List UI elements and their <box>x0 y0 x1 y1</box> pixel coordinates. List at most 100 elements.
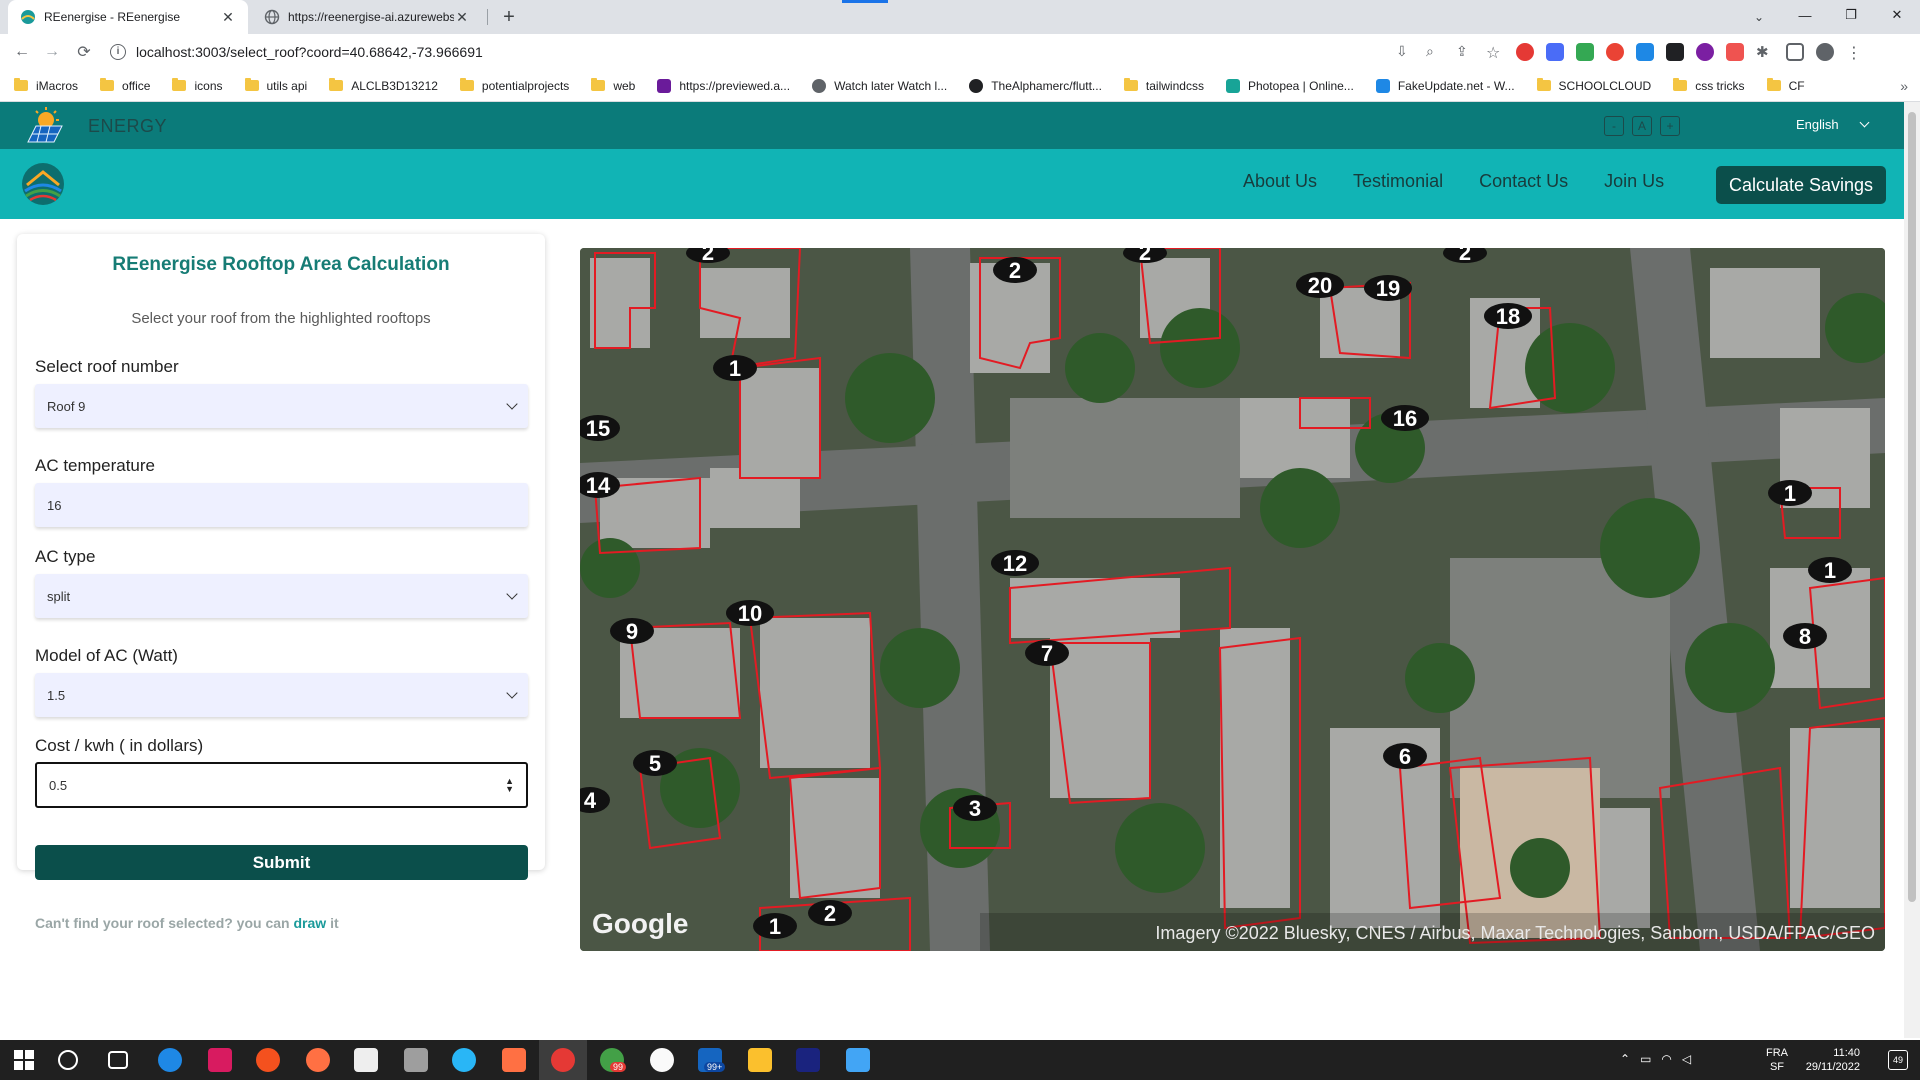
notion-icon[interactable] <box>354 1048 378 1072</box>
firefox-icon[interactable] <box>306 1048 330 1072</box>
postman-icon[interactable] <box>256 1048 280 1072</box>
minimize-icon[interactable]: — <box>1782 0 1828 30</box>
address-bar[interactable]: i localhost:3003/select_roof?coord=40.68… <box>110 38 1510 66</box>
roof-marker[interactable]: 8 <box>1783 623 1827 649</box>
windows-start-icon[interactable] <box>12 1048 36 1072</box>
nav-testimonial[interactable]: Testimonial <box>1353 171 1443 192</box>
sun-solar-logo-icon[interactable] <box>20 106 68 144</box>
ac-type-select[interactable]: split <box>35 574 528 618</box>
bookmark-item[interactable]: utils api <box>244 78 307 93</box>
close-window-icon[interactable]: ✕ <box>1874 0 1920 30</box>
language-select[interactable]: English <box>1796 117 1870 132</box>
puzzle-icon[interactable]: ✱ <box>1756 43 1774 61</box>
roof-marker[interactable]: 1 <box>1768 480 1812 506</box>
roof-marker[interactable]: 16 <box>1381 405 1429 431</box>
roof-marker[interactable]: 10 <box>726 600 774 626</box>
search-icon[interactable] <box>58 1050 78 1070</box>
app-icon[interactable] <box>502 1048 526 1072</box>
roof-marker[interactable]: 2 <box>808 900 852 926</box>
chrome-icon[interactable] <box>551 1048 575 1072</box>
bookmark-item[interactable]: SCHOOLCLOUD <box>1536 78 1651 93</box>
bookmark-item[interactable]: ALCLB3D13212 <box>329 78 438 93</box>
roof-number-select[interactable]: Roof 9 <box>35 384 528 428</box>
file-explorer-icon[interactable] <box>748 1048 772 1072</box>
star-icon[interactable]: ☆ <box>1486 43 1504 62</box>
number-spinner-icon[interactable]: ▲ ▼ <box>505 777 514 794</box>
opera-extension-icon[interactable] <box>1516 43 1534 61</box>
pen-tool-icon[interactable] <box>404 1048 428 1072</box>
share-icon[interactable]: ⇪ <box>1456 43 1474 61</box>
roof-marker[interactable]: 1 <box>713 355 757 381</box>
bookmark-item[interactable]: office <box>100 78 150 93</box>
volume-icon[interactable]: ◁ <box>1682 1052 1691 1066</box>
font-increase-button[interactable]: + <box>1660 116 1680 136</box>
nav-join-us[interactable]: Join Us <box>1604 171 1664 192</box>
edge-icon[interactable] <box>158 1048 182 1072</box>
bookmark-item[interactable]: Photopea | Online... <box>1225 78 1354 93</box>
tab-reenergise[interactable]: REenergise - REenergise ✕ <box>8 0 248 34</box>
more-bookmarks-icon[interactable]: » <box>1900 78 1908 94</box>
draw-link[interactable]: draw <box>293 915 326 931</box>
forward-arrow-icon[interactable]: → <box>40 40 64 64</box>
picker-extension-icon[interactable] <box>1636 43 1654 61</box>
submit-button[interactable]: Submit <box>35 845 528 880</box>
bookmark-item[interactable]: https://previewed.a... <box>657 78 790 93</box>
roof-marker[interactable]: 9 <box>610 618 654 644</box>
bookmark-item[interactable]: iMacros <box>14 78 78 93</box>
page-scrollbar[interactable] <box>1904 102 1920 1038</box>
close-tab-icon[interactable]: ✕ <box>454 9 470 25</box>
house-energy-logo-icon[interactable] <box>18 161 68 207</box>
notification-center-icon[interactable]: 49 <box>1888 1050 1908 1070</box>
bookmark-item[interactable]: icons <box>172 78 223 93</box>
info-icon[interactable]: i <box>110 44 126 60</box>
roof-marker[interactable]: 1 <box>1808 557 1852 583</box>
webstorm-icon[interactable] <box>796 1048 820 1072</box>
close-tab-icon[interactable]: ✕ <box>220 9 236 25</box>
roof-marker[interactable]: 7 <box>1025 640 1069 666</box>
roof-marker[interactable]: 18 <box>1484 303 1532 329</box>
bluetooth-app-icon[interactable] <box>650 1048 674 1072</box>
font-decrease-button[interactable]: - <box>1604 116 1624 136</box>
bookmark-item[interactable]: tailwindcss <box>1123 78 1204 93</box>
input-language[interactable]: FRA SF <box>1766 1046 1788 1074</box>
wifi-icon[interactable]: ◠ <box>1661 1052 1671 1066</box>
roof-marker[interactable]: 20 <box>1296 272 1344 298</box>
restore-icon[interactable]: ❐ <box>1828 0 1874 30</box>
menu-kebab-icon[interactable]: ⋮ <box>1846 43 1864 62</box>
tab-azure[interactable]: https://reenergise-ai.azurewebsit ✕ <box>252 0 482 34</box>
roof-marker[interactable]: 12 <box>991 550 1039 576</box>
reload-icon[interactable]: ⟳ <box>72 40 96 64</box>
task-view-icon[interactable] <box>108 1051 128 1069</box>
bookmark-item[interactable]: web <box>591 78 635 93</box>
zoom-icon[interactable]: ⌕ <box>1426 43 1444 61</box>
bookmark-item[interactable]: potentialprojects <box>459 78 569 93</box>
roof-marker[interactable]: 2 <box>993 257 1037 283</box>
install-icon[interactable]: ⇩ <box>1396 43 1414 61</box>
bookmark-item[interactable]: FakeUpdate.net - W... <box>1375 78 1515 93</box>
scrollbar-thumb[interactable] <box>1908 112 1916 902</box>
drive-extension-icon[interactable] <box>1576 43 1594 61</box>
jetbrains-icon[interactable] <box>208 1048 232 1072</box>
satellite-map[interactable]: 2 1 15 14 12 10 9 7 5 3 1 2 20 19 18 16 … <box>580 248 1885 951</box>
nav-contact-us[interactable]: Contact Us <box>1479 171 1568 192</box>
side-panel-icon[interactable] <box>1786 43 1804 61</box>
roof-marker[interactable]: 3 <box>953 795 997 821</box>
battery-icon[interactable]: ▭ <box>1640 1052 1651 1066</box>
back-arrow-icon[interactable]: ← <box>10 40 34 64</box>
screenshot-extension-icon[interactable] <box>1666 43 1684 61</box>
telegram-icon[interactable] <box>452 1048 476 1072</box>
chevron-up-icon[interactable]: ⌃ <box>1620 1052 1630 1066</box>
bookmark-item[interactable]: Watch later Watch l... <box>812 78 947 93</box>
bookmark-item[interactable]: TheAlphamerc/flutt... <box>969 78 1102 93</box>
roof-marker[interactable]: 1 <box>753 913 797 939</box>
cost-per-kwh-input[interactable]: 0.5 ▲ ▼ <box>35 762 528 808</box>
color-extension-icon[interactable] <box>1606 43 1624 61</box>
roof-marker[interactable]: 19 <box>1364 275 1412 301</box>
photos-icon[interactable] <box>846 1048 870 1072</box>
record-extension-icon[interactable] <box>1696 43 1714 61</box>
roof-marker[interactable]: 6 <box>1383 743 1427 769</box>
calculate-savings-button[interactable]: Calculate Savings <box>1716 166 1886 204</box>
shield-extension-icon[interactable] <box>1546 43 1564 61</box>
tab-search-icon[interactable]: ⌄ <box>1748 6 1770 28</box>
new-tab-button[interactable]: + <box>498 6 520 28</box>
